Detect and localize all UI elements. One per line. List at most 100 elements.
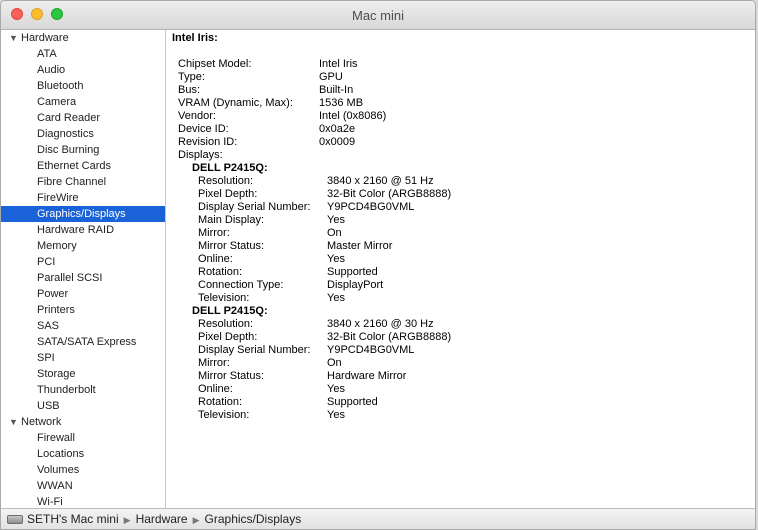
sidebar-item-usb[interactable]: USB (1, 398, 165, 414)
sidebar-item-thunderbolt[interactable]: Thunderbolt (1, 382, 165, 398)
sidebar-group-label: Network (21, 416, 62, 428)
sidebar-group-network[interactable]: ▼ Network (1, 414, 165, 430)
disclosure-triangle-icon[interactable]: ▼ (9, 414, 21, 430)
display-property-row: Mirror Status: Master Mirror (198, 240, 598, 253)
sidebar-item-diagnostics[interactable]: Diagnostics (1, 126, 165, 142)
display-property-row: Online: Yes (198, 253, 598, 266)
display-property-value: 3840 x 2160 @ 30 Hz (327, 318, 434, 330)
property-key: Bus: (178, 84, 201, 96)
property-row: Type: GPU (178, 71, 578, 84)
display-property-key: Connection Type: (198, 279, 284, 291)
sidebar-item-volumes[interactable]: Volumes (1, 462, 165, 478)
sidebar-item-ethernet-cards[interactable]: Ethernet Cards (1, 158, 165, 174)
property-key: VRAM (Dynamic, Max): (178, 97, 293, 109)
sidebar-item-disc-burning[interactable]: Disc Burning (1, 142, 165, 158)
display-property-row: Rotation: Supported (198, 266, 598, 279)
sidebar-group-hardware[interactable]: ▼ Hardware (1, 30, 165, 46)
property-row: Vendor: Intel (0x8086) (178, 110, 578, 123)
display-name: DELL P2415Q: (192, 162, 268, 174)
display-property-value: On (327, 227, 342, 239)
device-heading: Intel Iris: (172, 32, 218, 44)
sidebar-item-sas[interactable]: SAS (1, 318, 165, 334)
sidebar-item-storage[interactable]: Storage (1, 366, 165, 382)
display-property-value: Master Mirror (327, 240, 393, 252)
display-property-value: On (327, 357, 342, 369)
display-property-value: 3840 x 2160 @ 51 Hz (327, 175, 434, 187)
sidebar-item-ata[interactable]: ATA (1, 46, 165, 62)
display-property-key: Television: (198, 292, 250, 304)
display-property-row: Pixel Depth: 32-Bit Color (ARGB8888) (198, 331, 598, 344)
displays-label: Displays: (178, 149, 223, 161)
display-property-value: 32-Bit Color (ARGB8888) (327, 188, 452, 200)
sidebar-item-fibre-channel[interactable]: Fibre Channel (1, 174, 165, 190)
sidebar-item-audio[interactable]: Audio (1, 62, 165, 78)
display-property-key: Main Display: (198, 214, 265, 226)
window-title: Mac mini (351, 8, 404, 23)
display-property-row: Resolution: 3840 x 2160 @ 30 Hz (198, 318, 598, 331)
display-property-key: Mirror Status: (198, 240, 265, 252)
display-name: DELL P2415Q: (192, 305, 268, 317)
display-property-row: Connection Type: DisplayPort (198, 279, 598, 292)
property-key: Type: (178, 71, 205, 83)
display-property-row: Rotation: Supported (198, 396, 598, 409)
display-property-key: Rotation: (198, 396, 243, 408)
display-property-value: Yes (327, 214, 345, 226)
property-key: Revision ID: (178, 136, 238, 148)
property-key: Device ID: (178, 123, 229, 135)
sidebar-item-wwan[interactable]: WWAN (1, 478, 165, 494)
display-property-key: Mirror: (198, 227, 230, 239)
sidebar-item-firewire[interactable]: FireWire (1, 190, 165, 206)
display-property-row: Television: Yes (198, 409, 598, 422)
display-property-value: Hardware Mirror (327, 370, 407, 382)
display-property-value: Yes (327, 253, 345, 265)
path-separator-icon: ▶ (192, 515, 200, 525)
property-value: 0x0009 (319, 136, 356, 148)
sidebar-item-bluetooth[interactable]: Bluetooth (1, 78, 165, 94)
disclosure-triangle-icon[interactable]: ▼ (9, 30, 21, 46)
display-property-key: Display Serial Number: (198, 201, 311, 213)
sidebar-item-sata-sata-express[interactable]: SATA/SATA Express (1, 334, 165, 350)
display-property-value: Yes (327, 409, 345, 421)
path-item-seth-s-mac-mini[interactable]: SETH's Mac mini (27, 512, 119, 526)
property-value: Built-In (319, 84, 354, 96)
display-property-key: Mirror: (198, 357, 230, 369)
display-property-key: Mirror Status: (198, 370, 265, 382)
display-property-value: Supported (327, 266, 378, 278)
path-item-hardware[interactable]: Hardware (136, 512, 188, 526)
path-separator-icon: ▶ (123, 515, 131, 525)
sidebar-item-memory[interactable]: Memory (1, 238, 165, 254)
property-value: GPU (319, 71, 343, 83)
display-property-key: Pixel Depth: (198, 331, 258, 343)
property-key: Vendor: (178, 110, 216, 122)
display-property-key: Online: (198, 253, 233, 265)
display-property-value: 32-Bit Color (ARGB8888) (327, 331, 452, 343)
sidebar-item-locations[interactable]: Locations (1, 446, 165, 462)
sidebar-item-power[interactable]: Power (1, 286, 165, 302)
sidebar-item-camera[interactable]: Camera (1, 94, 165, 110)
display-property-row: Resolution: 3840 x 2160 @ 51 Hz (198, 175, 598, 188)
display-property-key: Online: (198, 383, 233, 395)
display-property-key: Television: (198, 409, 250, 421)
sidebar-item-graphics-displays[interactable]: Graphics/Displays (1, 206, 165, 222)
display-property-value: Y9PCD4BG0VML (327, 201, 415, 213)
display-property-key: Resolution: (198, 175, 254, 187)
property-row: Chipset Model: Intel Iris (178, 58, 578, 71)
property-value: Intel (0x8086) (319, 110, 387, 122)
sidebar-item-hardware-raid[interactable]: Hardware RAID (1, 222, 165, 238)
sidebar-item-wi-fi[interactable]: Wi-Fi (1, 494, 165, 508)
display-property-value: Supported (327, 396, 378, 408)
sidebar-item-printers[interactable]: Printers (1, 302, 165, 318)
sidebar-item-spi[interactable]: SPI (1, 350, 165, 366)
path-item-graphics-displays[interactable]: Graphics/Displays (205, 512, 302, 526)
property-key: Chipset Model: (178, 58, 252, 70)
property-row: Device ID: 0x0a2e (178, 123, 578, 136)
title-bar[interactable]: Mac mini (1, 1, 755, 30)
sidebar-item-parallel-scsi[interactable]: Parallel SCSI (1, 270, 165, 286)
display-property-key: Display Serial Number: (198, 344, 311, 356)
display-property-row: Pixel Depth: 32-Bit Color (ARGB8888) (198, 188, 598, 201)
sidebar-item-pci[interactable]: PCI (1, 254, 165, 270)
display-property-key: Rotation: (198, 266, 243, 278)
computer-icon (7, 515, 23, 524)
sidebar-item-firewall[interactable]: Firewall (1, 430, 165, 446)
sidebar-item-card-reader[interactable]: Card Reader (1, 110, 165, 126)
